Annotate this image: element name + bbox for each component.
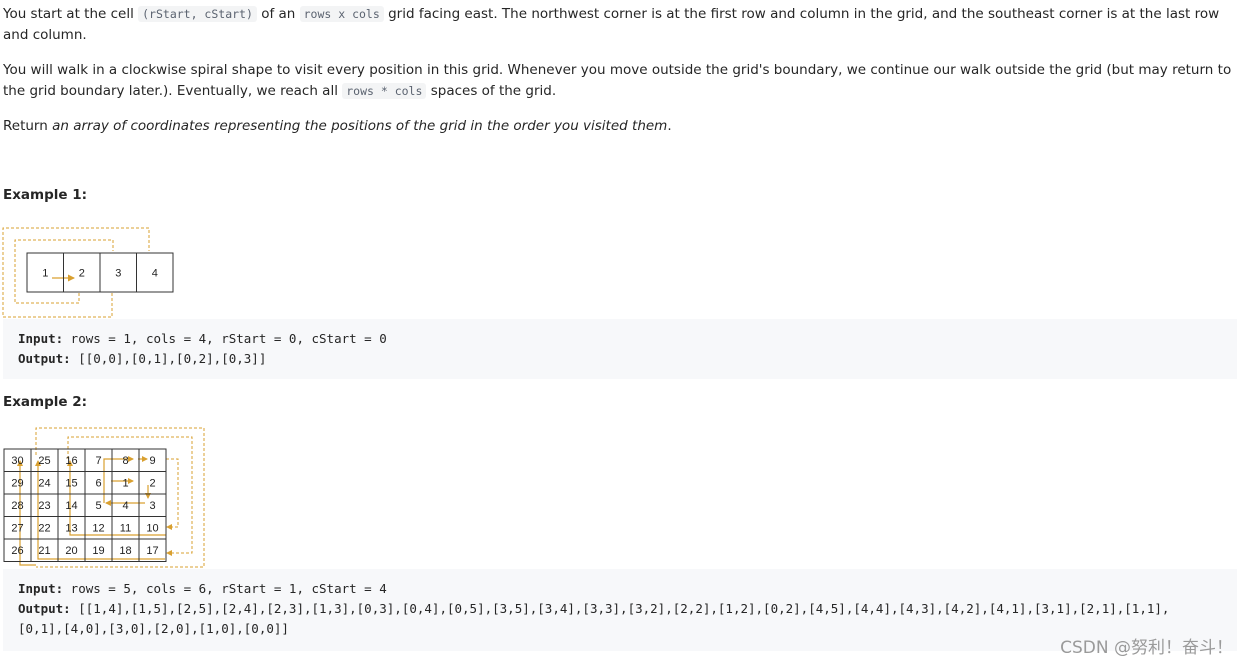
- example-2-grid-cell-label: 13: [65, 523, 77, 535]
- example-2-grid-cell-label: 5: [95, 500, 101, 512]
- example-2-grid-cell-label: 9: [149, 455, 155, 467]
- example-2-grid-cell-label: 7: [95, 455, 101, 467]
- watermark: CSDN @努利！奋斗！: [1060, 638, 1233, 658]
- inline-code-rows-x-cols: rows x cols: [299, 6, 384, 22]
- output-value: [[1,4],[1,5],[2,5],[2,4],[2,3],[1,3],[0,…: [70, 601, 1170, 616]
- example-1-grid-cell-label: 2: [79, 267, 85, 279]
- example-2-grid-cell-label: 14: [65, 500, 77, 512]
- example-1-grid-cell-label: 4: [152, 267, 158, 279]
- example-2-grid-cell-label: 17: [146, 545, 158, 557]
- text: Return: [3, 118, 53, 134]
- example-1-diagram: 1 2 3 4: [2, 227, 174, 318]
- example-1-grid-cell-label: 1: [42, 267, 48, 279]
- input-label: Input:: [18, 331, 64, 346]
- example-2-grid-cell-label: 25: [38, 455, 50, 467]
- example-2-grid-cell-label: 1: [122, 478, 128, 490]
- output-value: [[0,0],[0,1],[0,2],[0,3]]: [70, 351, 267, 366]
- example-2-grid-cell-label: 11: [120, 523, 131, 535]
- example-2-grid-cell-label: 26: [11, 545, 23, 557]
- text: of an: [256, 6, 300, 22]
- italic-text: an array of coordinates representing the…: [52, 118, 668, 134]
- input-value: rows = 1, cols = 4, rStart = 0, cStart =…: [63, 331, 387, 346]
- example-2-grid-cell-label: 30: [11, 455, 23, 467]
- text: You start at the cell: [3, 6, 139, 22]
- output-value-line2: [0,1],[4,0],[3,0],[2,0],[1,0],[0,0]]: [18, 621, 289, 636]
- problem-paragraph-3: Return an array of coordinates represent…: [3, 116, 1233, 137]
- path-dashed-right-1: [166, 458, 179, 530]
- example-2-grid-cell-label: 24: [38, 478, 50, 490]
- example-2-grid-cell-label: 6: [95, 478, 101, 490]
- example-2-grid-cell-label: 19: [92, 545, 104, 557]
- example-2-grid-cell-label: 10: [146, 523, 158, 535]
- example-2-grid-cell-label: 20: [65, 545, 77, 557]
- example-2-diagram: 30 25 16 7 8 929 24 15 6 1 228 23 14 5 4 327 22 13 12 11 102…: [3, 427, 205, 568]
- example-2-grid-cell-label: 22: [38, 523, 50, 535]
- example-2-grid-cell-label: 28: [11, 500, 23, 512]
- output-label: Output:: [18, 601, 71, 616]
- path-dashed-outer: [2, 227, 150, 318]
- inline-code-rstart-cstart: (rStart, cStart): [138, 6, 257, 22]
- example-2-grid-cell-label: 27: [11, 523, 23, 535]
- example-2-grid-cell-label: 15: [65, 478, 77, 490]
- example-2-grid-cell-label: 18: [119, 545, 131, 557]
- example-2-grid-cell-label: 2: [149, 478, 155, 490]
- example-2-grid-cell-label: 16: [65, 455, 77, 467]
- example-1-heading: Example 1:: [3, 187, 88, 203]
- example-2-grid-cell-label: 8: [122, 455, 128, 467]
- example-2-grid-cell-label: 23: [38, 500, 50, 512]
- example-2-grid-cell-label: 29: [11, 478, 23, 490]
- example-1-grid-cell-label: 3: [115, 267, 121, 279]
- problem-paragraph-2: You will walk in a clockwise spiral shap…: [3, 60, 1233, 102]
- example-2-heading: Example 2:: [3, 394, 88, 410]
- example-2-grid-cell-label: 4: [122, 500, 128, 512]
- problem-paragraph-1: You start at the cell (rStart, cStart) o…: [3, 4, 1233, 46]
- output-label: Output:: [18, 351, 71, 366]
- input-label: Input:: [18, 581, 64, 596]
- example-2-code-block: Input: rows = 5, cols = 6, rStart = 1, c…: [3, 569, 1237, 651]
- example-2-grid-cell-label: 12: [92, 523, 104, 535]
- text: .: [667, 118, 672, 134]
- example-1-code-block: Input: rows = 1, cols = 4, rStart = 0, c…: [3, 319, 1237, 379]
- input-value: rows = 5, cols = 6, rStart = 1, cStart =…: [63, 581, 387, 596]
- text: spaces of the grid.: [426, 83, 557, 99]
- example-2-grid-cell-label: 3: [149, 500, 155, 512]
- example-2-grid-cell-label: 21: [38, 545, 50, 557]
- text: You will walk in a clockwise spiral shap…: [3, 62, 1232, 99]
- inline-code-rows-times-cols: rows * cols: [342, 83, 427, 99]
